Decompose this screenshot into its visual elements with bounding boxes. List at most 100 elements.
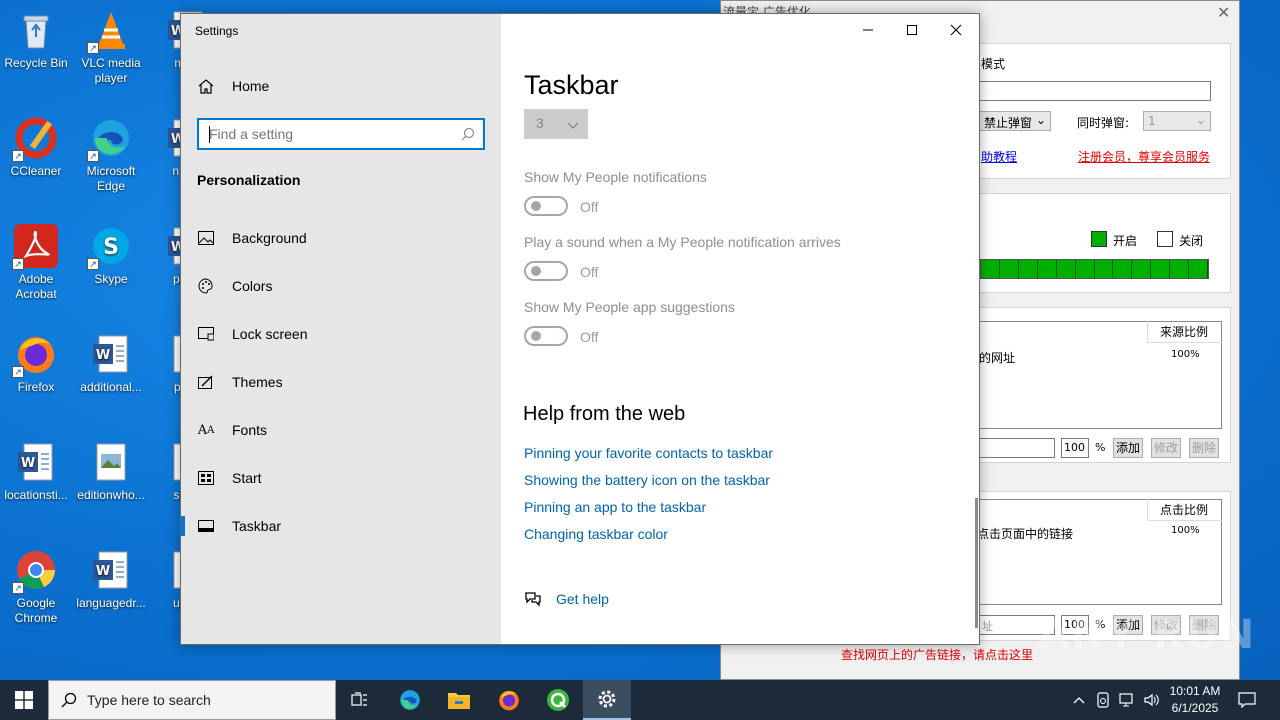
mode-input[interactable] [979,81,1211,101]
desktop-icon-microsoft-edge[interactable]: ↗ Microsoft Edge [75,116,147,194]
nav-start[interactable]: Start [181,458,501,498]
search-icon[interactable] [461,127,475,146]
maximize-icon [907,25,917,35]
people-sound-toggle[interactable] [524,261,568,281]
word-document-icon: W [14,440,58,484]
ad-link-notice[interactable]: 查找网页上的广告链接，请点击这里 [841,646,1033,663]
nav-colors[interactable]: Colors [181,266,501,306]
chrome-icon: ↗ [12,548,58,594]
desktop-icon-firefox[interactable]: ↗ Firefox [0,332,72,395]
image-file-icon [89,440,133,484]
nav-background[interactable]: Background [181,218,501,258]
register-link[interactable]: 注册会员，尊享会员服务 [1078,148,1210,165]
desktop-icon-label: Adobe Acrobat [15,272,57,301]
desktop-icon-skype[interactable]: S ↗ Skype [75,224,147,287]
chevron-up-icon [1073,697,1085,704]
minimize-button[interactable] [845,14,891,46]
help-link[interactable]: Pinning an app to the taskbar [524,499,706,515]
source-pct-input[interactable]: 100 [1061,438,1089,458]
recycle-bin-icon [14,8,58,52]
desktop-icon-adobe-acrobat[interactable]: ↗ Adobe Acrobat [0,224,72,302]
taskbar-file-explorer[interactable] [435,680,483,720]
palette-icon [196,276,216,296]
source-url-input[interactable] [979,438,1055,458]
action-center-button[interactable] [1234,680,1260,720]
desktop-icon-image-file[interactable]: editionwho... [75,440,147,503]
green-app-icon [547,689,569,711]
off-label: 关闭 [1179,234,1204,248]
desktop-icon-recycle-bin[interactable]: Recycle Bin [0,8,72,71]
desktop-icon-ccleaner[interactable]: ↗ CCleaner [0,116,72,179]
text-cursor [209,126,210,143]
source-table-row: 的网址 [979,351,1016,365]
popup-select[interactable]: 禁止弹窗 ⌄ [979,111,1051,131]
concurrent-select[interactable]: 1 ⌄ [1143,111,1211,131]
get-help-link[interactable]: Get help [524,591,609,607]
tutorial-link[interactable]: 助教程 [981,148,1017,165]
taskbar: 10:01 AM 6/1/2025 [0,680,1280,720]
taskbar-icon [196,516,216,536]
nav-home[interactable]: Home [181,66,501,106]
settings-window[interactable]: Settings Home Personalization Background [180,13,980,645]
search-icon [61,692,77,708]
themes-icon [196,372,216,392]
desktop-icon-word-doc[interactable]: W locationsti... [0,440,72,503]
nav-taskbar[interactable]: Taskbar [181,506,501,546]
svg-text:W: W [96,564,110,579]
page-title: Taskbar [524,70,619,100]
taskbar-firefox[interactable] [485,680,533,720]
task-view-button[interactable] [336,680,384,720]
shortcut-arrow-icon: ↗ [87,42,99,54]
desktop-icon-word-doc[interactable]: W additional... [75,332,147,395]
desktop-icon-label: languagedr... [76,596,146,610]
nav-themes[interactable]: Themes [181,362,501,402]
tray-device[interactable] [1092,680,1114,720]
taskbar-search[interactable] [48,680,336,720]
gear-icon [598,690,616,708]
firefox-icon: ↗ [12,332,58,378]
close-icon[interactable]: ✕ [1217,3,1230,22]
concurrent-label: 同时弹窗: [1077,116,1130,130]
source-table-pct: 100% [1171,349,1200,360]
nav-lock-screen[interactable]: Lock screen [181,314,501,354]
taskbar-search-input[interactable] [87,692,317,708]
help-link[interactable]: Changing taskbar color [524,526,668,542]
add-button[interactable]: 添加 [1113,438,1143,458]
combine-buttons-dropdown[interactable]: 3 [524,109,588,139]
shortcut-arrow-icon: ↗ [12,366,24,378]
tray-network[interactable] [1116,680,1138,720]
people-notifications-toggle[interactable] [524,196,568,216]
desktop-icon-label: Recycle Bin [4,56,68,70]
on-checkbox[interactable] [1091,231,1107,247]
chevron-down-icon: ⌄ [1195,113,1206,127]
system-clock[interactable]: 10:01 AM 6/1/2025 [1165,683,1225,717]
desktop-icon-label: Microsoft Edge [86,164,136,193]
nav-fonts[interactable]: AA Fonts [181,410,501,450]
maximize-button[interactable] [889,14,935,46]
show-hidden-icons[interactable] [1068,680,1090,720]
section-heading: Personalization [197,172,301,188]
settings-search[interactable] [197,118,485,150]
taskbar-edge[interactable] [386,680,434,720]
desktop-icon-label: Firefox [17,380,55,394]
close-button[interactable] [933,14,979,46]
desktop-icon-google-chrome[interactable]: ↗ Google Chrome [0,548,72,626]
search-input[interactable] [209,120,449,148]
scrollbar[interactable] [975,498,978,628]
taskbar-settings[interactable] [583,680,631,720]
help-link[interactable]: Showing the battery icon on the taskbar [524,472,770,488]
start-button[interactable] [0,680,48,720]
taskbar-app-green[interactable] [534,680,582,720]
delete-button[interactable]: 删除 [1189,438,1219,458]
tray-volume[interactable] [1140,680,1162,720]
word-document-icon: W [89,548,133,592]
option-label: Show My People app suggestions [524,299,735,315]
people-suggestions-toggle[interactable] [524,326,568,346]
desktop-icon-vlc[interactable]: ↗ VLC media player [75,8,147,86]
help-link[interactable]: Pinning your favorite contacts to taskba… [524,445,773,461]
edit-button[interactable]: 修改 [1151,438,1181,458]
click-table-header: 点击比例 [1147,499,1222,521]
desktop-icon-word-doc[interactable]: W languagedr... [75,548,147,611]
off-checkbox[interactable] [1157,231,1173,247]
volume-icon [1144,693,1159,707]
